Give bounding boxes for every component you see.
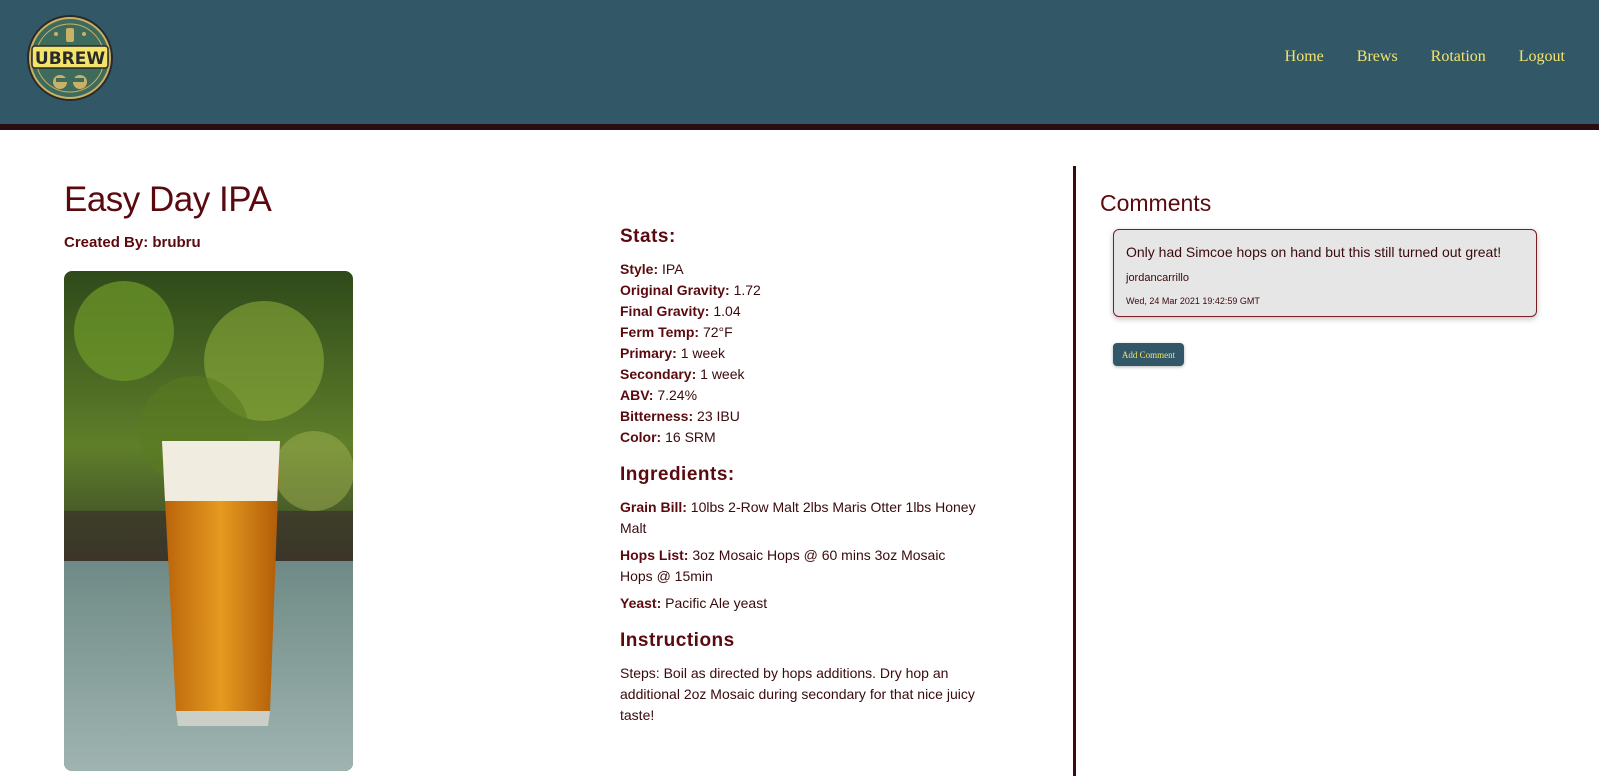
comment-text: Only had Simcoe hops on hand but this st… (1126, 244, 1502, 260)
stat-value: 23 IBU (697, 408, 740, 424)
stat-value: 1.04 (713, 303, 741, 319)
stat-label: ABV: (620, 387, 654, 403)
comment-timestamp: Wed, 24 Mar 2021 19:42:59 GMT (1126, 296, 1260, 306)
stat-label: Ferm Temp: (620, 324, 700, 340)
stat-value: 1.72 (733, 282, 761, 298)
ingredient-label: Hops List: (620, 547, 689, 563)
ingredient-label: Yeast: (620, 595, 662, 611)
ingredient-label: Grain Bill: (620, 499, 687, 515)
nav-home-link[interactable]: Home (1285, 48, 1324, 66)
add-comment-button[interactable]: Add Comment (1113, 343, 1184, 366)
stat-label: Color: (620, 429, 662, 445)
brew-creator: Created By: brubru (64, 234, 201, 251)
comments-heading: Comments (1100, 190, 1212, 216)
stat-original-gravity: Original Gravity: 1.72 (620, 280, 980, 301)
brew-title: Easy Day IPA (64, 180, 272, 219)
comment-card: Only had Simcoe hops on hand but this st… (1113, 229, 1537, 317)
instructions-heading: Instructions (620, 630, 735, 651)
column-divider (1073, 166, 1076, 776)
stat-label: Final Gravity: (620, 303, 710, 319)
stat-value: 1 week (680, 345, 726, 361)
svg-text:UBREW: UBREW (35, 49, 105, 69)
stat-value: IPA (662, 261, 684, 277)
nav-rotation-link[interactable]: Rotation (1431, 48, 1486, 66)
brew-photo (64, 271, 353, 771)
comment-author: jordancarrillo (1126, 272, 1189, 284)
stat-color: Color: 16 SRM (620, 427, 980, 448)
stat-style: Style: IPA (620, 259, 980, 280)
stat-value: 1 week (700, 366, 745, 382)
ingredients-heading: Ingredients: (620, 464, 735, 485)
stat-value: 7.24% (657, 387, 698, 403)
stat-label: Original Gravity: (620, 282, 730, 298)
stat-ferm-temp: Ferm Temp: 72°F (620, 322, 980, 343)
stat-bitterness: Bitterness: 23 IBU (620, 406, 980, 427)
brew-details: Stats: Style: IPA Original Gravity: 1.72… (620, 226, 980, 726)
stat-label: Bitterness: (620, 408, 694, 424)
stat-value: 16 SRM (665, 429, 716, 445)
ingredient-value: Pacific Ale yeast (665, 595, 768, 611)
stat-label: Style: (620, 261, 659, 277)
stat-label: Secondary: (620, 366, 697, 382)
stat-label: Primary: (620, 345, 677, 361)
stat-final-gravity: Final Gravity: 1.04 (620, 301, 980, 322)
ubrew-logo[interactable]: UBREW (26, 14, 114, 102)
stats-heading: Stats: (620, 226, 676, 247)
stat-primary: Primary: 1 week (620, 343, 980, 364)
nav-brews-link[interactable]: Brews (1357, 48, 1398, 66)
ingredient-grain-bill: Grain Bill: 10lbs 2-Row Malt 2lbs Maris … (620, 497, 980, 539)
nav-logout-link[interactable]: Logout (1519, 48, 1565, 66)
stat-value: 72°F (702, 324, 733, 340)
stat-abv: ABV: 7.24% (620, 385, 980, 406)
instructions-text: Steps: Boil as directed by hops addition… (620, 665, 975, 723)
main-nav: Home Brews Rotation Logout (1252, 48, 1565, 66)
ingredient-hops-list: Hops List: 3oz Mosaic Hops @ 60 mins 3oz… (620, 545, 980, 587)
ingredient-yeast: Yeast: Pacific Ale yeast (620, 593, 980, 614)
site-header: UBREW Home Brews Rotation Logout (0, 0, 1599, 130)
stat-secondary: Secondary: 1 week (620, 364, 980, 385)
